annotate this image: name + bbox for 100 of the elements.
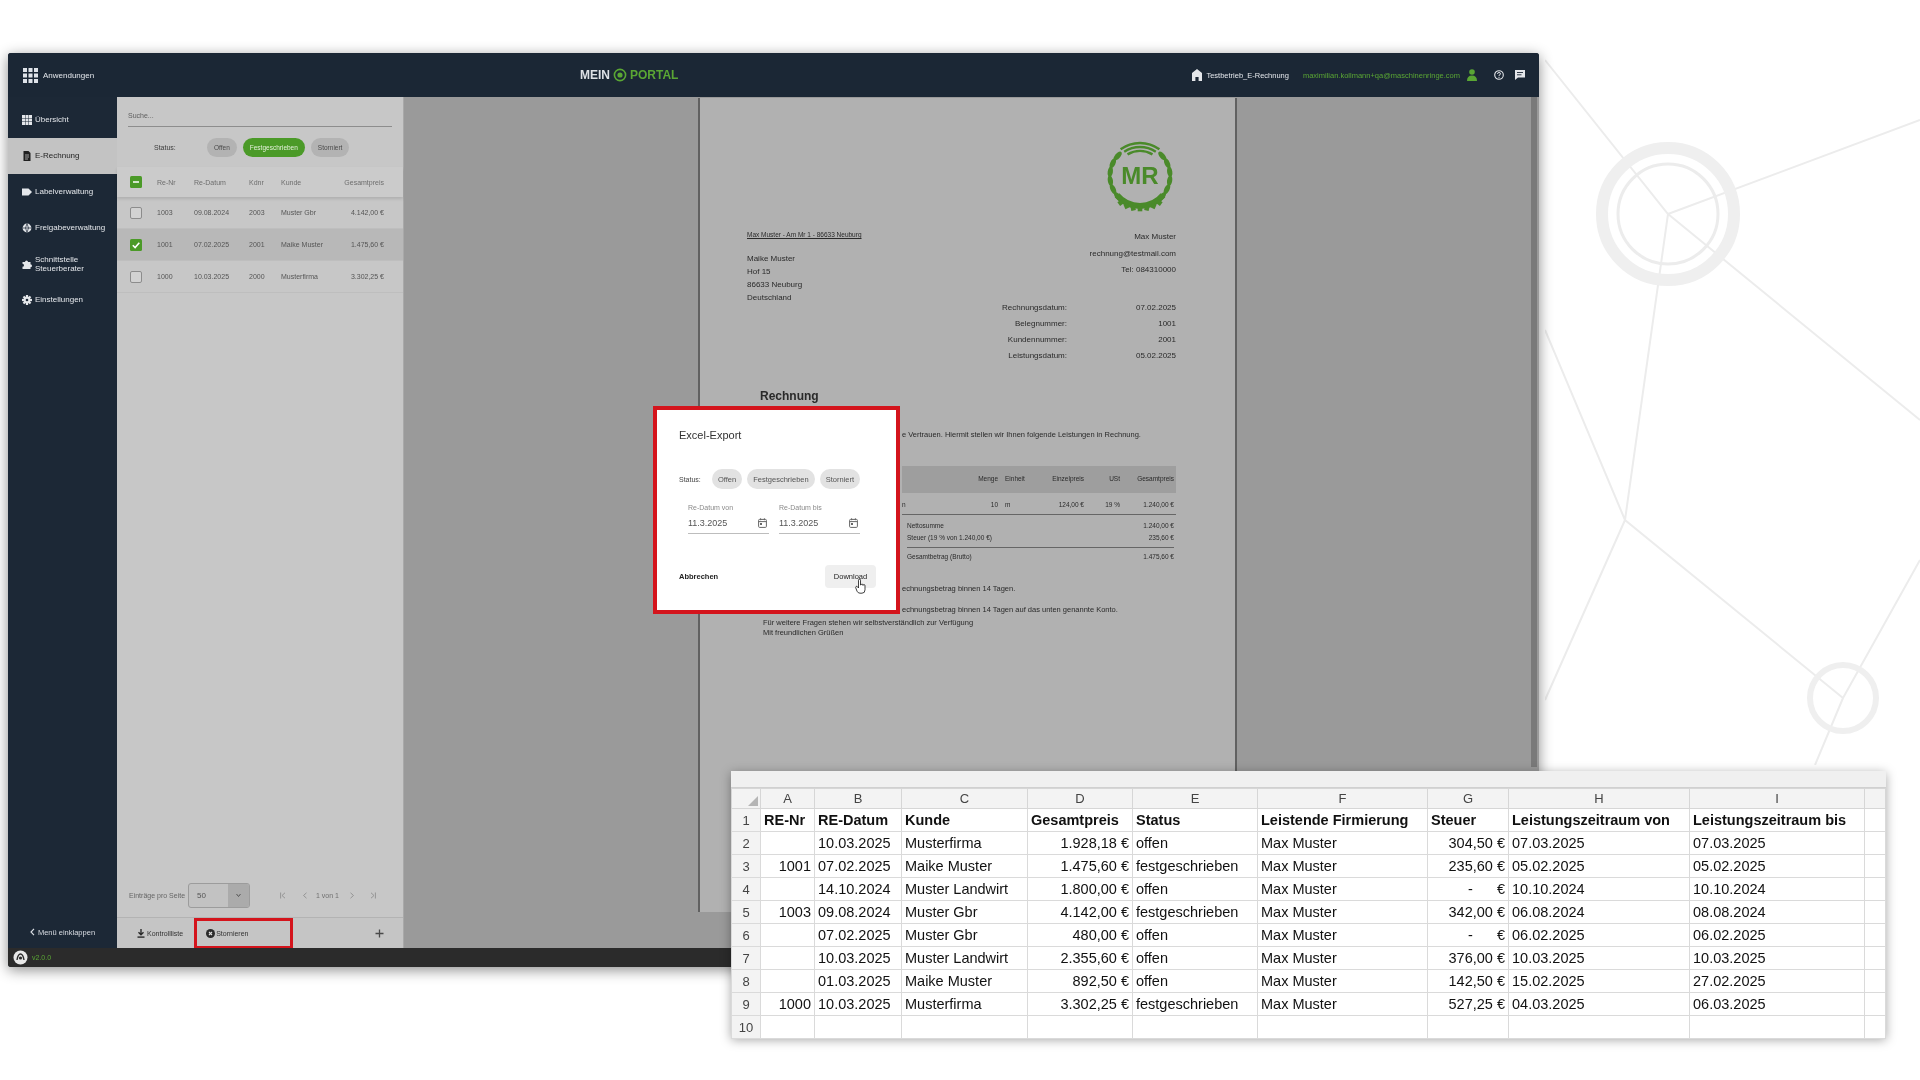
calendar-icon[interactable] [758, 518, 767, 528]
table-cell: 06.03.2025 [1689, 992, 1865, 1016]
table-cell: 07.03.2025 [1689, 831, 1865, 855]
table-cell: 142,50 € [1427, 969, 1509, 993]
table-cell: Leistungszeitraum bis [1689, 808, 1865, 832]
dialog-title: Excel-Export [679, 429, 743, 442]
table-cell: 06.08.2024 [1508, 900, 1690, 924]
row-number[interactable]: 10 [731, 1015, 761, 1039]
table-cell: offen [1132, 877, 1258, 901]
column-letter[interactable]: H [1508, 788, 1690, 809]
next-page-icon[interactable] [348, 892, 355, 899]
table-cell: Leistungszeitraum von [1508, 808, 1690, 832]
table-cell: offen [1132, 831, 1258, 855]
table-cell: 07.02.2025 [814, 923, 902, 947]
table-cell: 1.475,60 € [1027, 854, 1133, 878]
column-letter[interactable]: F [1257, 788, 1428, 809]
sidebar-item[interactable]: Freigabeverwaltung [8, 210, 117, 246]
table-cell: 1.928,18 € [1027, 831, 1133, 855]
table-cell: festgeschrieben [1132, 992, 1258, 1016]
column-letter[interactable]: E [1132, 788, 1258, 809]
column-letter[interactable]: I [1689, 788, 1865, 809]
grid-icon [22, 115, 32, 125]
table-cell: 10.03.2025 [814, 831, 902, 855]
checkbox[interactable] [130, 176, 142, 188]
table-cell: 10.10.2024 [1508, 877, 1690, 901]
table-cell: Max Muster [1257, 877, 1428, 901]
table-cell: 4.142,00 € [1027, 900, 1133, 924]
table-cell: 2.355,60 € [1027, 946, 1133, 970]
table-cell: 480,00 € [1027, 923, 1133, 947]
row-number[interactable]: 7 [731, 946, 761, 970]
row-number[interactable]: 4 [731, 877, 761, 901]
table-cell: Steuer [1427, 808, 1509, 832]
table-cell: 342,00 € [1427, 900, 1509, 924]
detail-value: 2001 [1157, 333, 1176, 346]
plus-icon[interactable] [375, 928, 384, 938]
scrollbar[interactable] [1531, 97, 1537, 767]
row-number[interactable]: 3 [731, 854, 761, 878]
recipient-address-line: Maike Muster [747, 253, 796, 265]
sidebar-item[interactable]: Einstellungen [8, 282, 117, 318]
checkbox[interactable] [130, 206, 142, 219]
table-cell: 527,25 € [1427, 992, 1509, 1016]
table-cell: 09.08.2024 [814, 900, 902, 924]
table-cell: Muster Landwirt [901, 946, 1028, 970]
table-cell: 376,00 € [1427, 946, 1509, 970]
row-number[interactable]: 1 [731, 808, 761, 832]
calendar-icon[interactable] [849, 518, 858, 528]
table-cell: 05.02.2025 [1689, 854, 1865, 878]
table-cell: Status [1132, 808, 1258, 832]
table-cell: 1.800,00 € [1027, 877, 1133, 901]
checkbox[interactable] [130, 238, 142, 251]
table-cell: Max Muster [1257, 854, 1428, 878]
issuer-line: rechnung@testmail.com [1089, 247, 1176, 260]
close-circle-icon [206, 928, 216, 938]
first-page-icon[interactable] [280, 892, 286, 899]
row-number[interactable]: 2 [731, 831, 761, 855]
sidebar-item[interactable]: Schnittstelle Steuerberater [8, 246, 117, 282]
table-cell: Max Muster [1257, 992, 1428, 1016]
page-size-select[interactable]: 50 [188, 883, 250, 908]
table-cell: 10.03.2025 [1508, 946, 1690, 970]
help-icon[interactable] [1494, 70, 1504, 80]
chat-icon[interactable] [1515, 70, 1525, 80]
column-letter[interactable]: D [1027, 788, 1133, 809]
table-cell: Max Muster [1257, 969, 1428, 993]
sidebar-item[interactable]: Labelverwaltung [8, 174, 117, 210]
table-cell: Muster Gbr [901, 923, 1028, 947]
table-cell: 14.10.2024 [814, 877, 902, 901]
table-cell: 1000 [760, 992, 815, 1016]
corner-triangle-icon[interactable] [748, 796, 758, 806]
applications-button[interactable]: Anwendungen [23, 67, 95, 83]
recipient-address-line: 86633 Neuburg [747, 279, 804, 291]
table-cell: 1003 [760, 900, 815, 924]
table-cell: 05.02.2025 [1508, 854, 1690, 878]
table-cell: 235,60 € [1427, 854, 1509, 878]
recipient-address-line: Hof 15 [747, 266, 772, 278]
row-number[interactable]: 6 [731, 923, 761, 947]
detail-label: Belegnummer: [1013, 317, 1067, 330]
sidebar-item[interactable]: Übersicht [8, 102, 117, 138]
last-page-icon[interactable] [369, 892, 376, 899]
column-letter[interactable]: C [901, 788, 1028, 809]
table-cell: - € [1427, 923, 1509, 947]
sidebar-item[interactable]: E-Rechnung [8, 138, 117, 174]
table-cell: Kunde [901, 808, 1028, 832]
row-number[interactable]: 5 [731, 900, 761, 924]
table-cell: 08.08.2024 [1689, 900, 1865, 924]
table-cell: Max Muster [1257, 831, 1428, 855]
previous-page-icon[interactable] [302, 892, 308, 899]
table-cell: festgeschrieben [1132, 900, 1258, 924]
column-letter[interactable]: B [814, 788, 902, 809]
row-number[interactable]: 9 [731, 992, 761, 1016]
column-letter[interactable]: A [760, 788, 815, 809]
table-cell: 07.03.2025 [1508, 831, 1690, 855]
document-icon [22, 151, 32, 161]
table-cell: Muster Gbr [901, 900, 1028, 924]
column-letter[interactable]: G [1427, 788, 1509, 809]
checkbox[interactable] [130, 270, 142, 283]
logo-text: PORTAL [630, 68, 679, 82]
row-number[interactable]: 8 [731, 969, 761, 993]
table-cell: 892,50 € [1027, 969, 1133, 993]
table-cell: 27.02.2025 [1689, 969, 1865, 993]
user-icon[interactable] [1467, 69, 1477, 81]
